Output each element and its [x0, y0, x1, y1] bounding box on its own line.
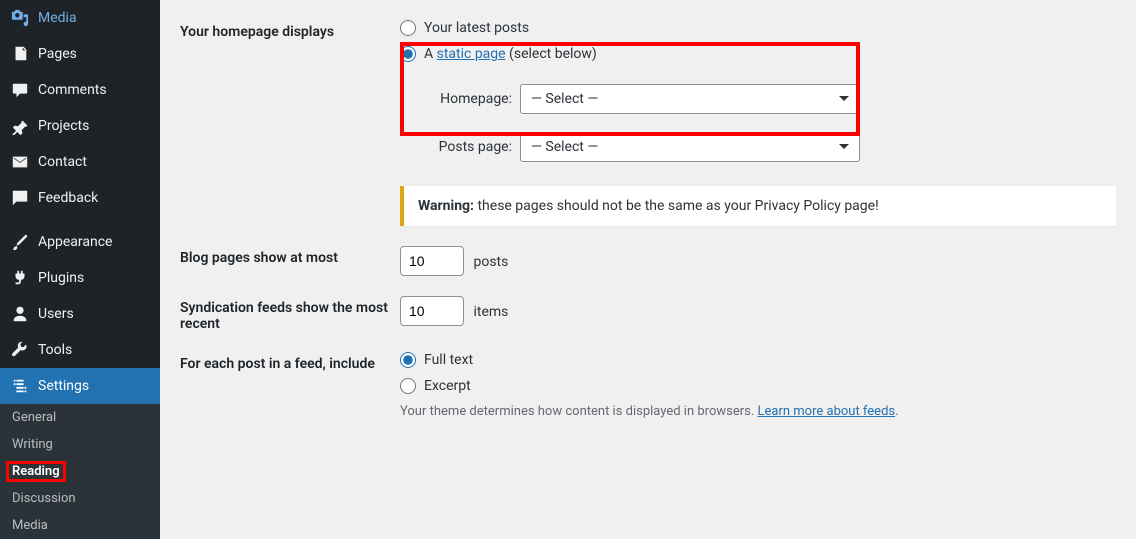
- sidebar-item-label: Plugins: [38, 270, 84, 286]
- sidebar-item-label: Comments: [38, 82, 107, 98]
- radio-excerpt-label[interactable]: Excerpt: [424, 378, 471, 394]
- homepage-displays-label: Your homepage displays: [180, 20, 400, 226]
- sidebar-item-comments[interactable]: Comments: [0, 72, 160, 108]
- homepage-select-label: Homepage:: [420, 91, 512, 107]
- sidebar-item-label: Contact: [38, 154, 87, 170]
- syndication-input[interactable]: [400, 296, 464, 326]
- posts-page-select-label: Posts page:: [420, 139, 512, 155]
- settings-icon: [10, 376, 30, 396]
- sidebar-item-label: Feedback: [38, 190, 98, 206]
- comments-icon: [10, 80, 30, 100]
- sidebar-item-projects[interactable]: Projects: [0, 108, 160, 144]
- feed-description: Your theme determines how content is dis…: [400, 404, 1116, 419]
- settings-sub-discussion[interactable]: Discussion: [0, 485, 160, 512]
- radio-static-page[interactable]: [400, 46, 416, 62]
- plug-icon: [10, 268, 30, 288]
- settings-sub-writing[interactable]: Writing: [0, 431, 160, 458]
- sidebar-item-label: Pages: [38, 46, 77, 62]
- radio-static-page-label[interactable]: A static page (select below): [424, 46, 597, 62]
- feed-include-label: For each post in a feed, include: [180, 352, 400, 419]
- radio-latest-posts[interactable]: [400, 20, 416, 36]
- sidebar-item-settings[interactable]: Settings: [0, 368, 160, 404]
- homepage-select[interactable]: — Select —: [520, 84, 860, 114]
- sidebar-item-media[interactable]: Media: [0, 0, 160, 36]
- sidebar-item-pages[interactable]: Pages: [0, 36, 160, 72]
- sidebar-item-label: Appearance: [38, 234, 112, 250]
- settings-reading-form: Your homepage displays Your latest posts…: [160, 0, 1136, 526]
- blog-pages-suffix: posts: [473, 254, 508, 270]
- sidebar-item-appearance[interactable]: Appearance: [0, 224, 160, 260]
- envelope-icon: [10, 152, 30, 172]
- sidebar-item-label: Media: [38, 10, 77, 26]
- static-page-link[interactable]: static page: [437, 46, 506, 62]
- sidebar-item-tools[interactable]: Tools: [0, 332, 160, 368]
- sidebar-item-contact[interactable]: Contact: [0, 144, 160, 180]
- user-icon: [10, 304, 30, 324]
- blog-pages-label: Blog pages show at most: [180, 246, 400, 276]
- sidebar-item-plugins[interactable]: Plugins: [0, 260, 160, 296]
- sidebar-item-feedback[interactable]: Feedback: [0, 180, 160, 216]
- sidebar-item-users[interactable]: Users: [0, 296, 160, 332]
- radio-full-text[interactable]: [400, 352, 416, 368]
- admin-sidebar: Media Pages Comments Projects Contact Fe…: [0, 0, 160, 526]
- syndication-suffix: items: [473, 304, 508, 320]
- sidebar-item-label: Projects: [38, 118, 89, 134]
- blog-pages-input[interactable]: [400, 246, 464, 276]
- learn-more-feeds-link[interactable]: Learn more about feeds: [758, 404, 896, 419]
- wrench-icon: [10, 340, 30, 360]
- syndication-label: Syndication feeds show the most recent: [180, 296, 400, 332]
- posts-page-select[interactable]: — Select —: [520, 132, 860, 162]
- feedback-icon: [10, 188, 30, 208]
- warning-notice: Warning: these pages should not be the s…: [400, 186, 1116, 226]
- radio-full-text-label[interactable]: Full text: [424, 352, 473, 368]
- radio-latest-posts-label[interactable]: Your latest posts: [424, 20, 529, 36]
- pin-icon: [10, 116, 30, 136]
- sidebar-item-label: Settings: [38, 378, 89, 394]
- settings-sub-general[interactable]: General: [0, 404, 160, 431]
- radio-excerpt[interactable]: [400, 378, 416, 394]
- sidebar-item-label: Users: [38, 306, 74, 322]
- settings-sub-reading[interactable]: Reading: [0, 458, 160, 485]
- pages-icon: [10, 44, 30, 64]
- brush-icon: [10, 232, 30, 252]
- media-icon: [10, 8, 30, 28]
- sidebar-item-label: Tools: [38, 342, 72, 358]
